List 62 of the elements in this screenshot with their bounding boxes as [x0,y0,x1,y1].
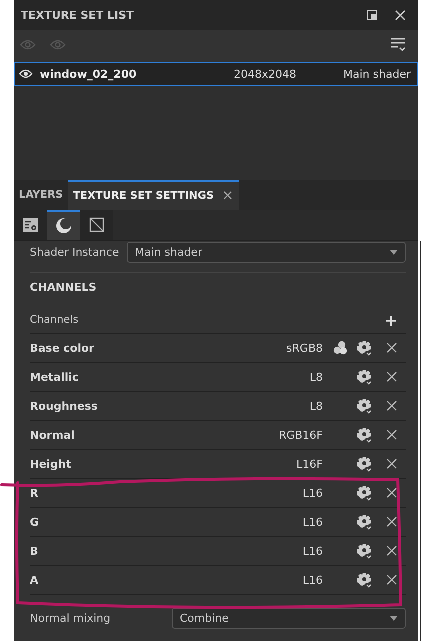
panel-title: TEXTURE SET LIST [21,8,136,22]
remove-icon[interactable] [387,430,397,440]
channel-format[interactable]: L16F [296,458,323,470]
sub-tab[interactable] [14,210,47,240]
panel-tab[interactable]: TEXTURE SET SETTINGS × [68,180,239,210]
sub-tab[interactable] [47,210,80,240]
panel-tab[interactable]: LAYERS [14,180,68,210]
remove-icon[interactable] [387,575,397,585]
normal-mixing-dropdown[interactable]: Combine [172,608,406,628]
gear-icon[interactable] [357,340,372,356]
channel-format[interactable]: L16 [302,486,323,500]
gear-icon[interactable] [357,486,372,500]
gear-icon[interactable] [357,456,372,472]
channel-name: Height [30,458,72,470]
list-filter-icon[interactable] [391,38,406,52]
texture-set-row[interactable]: window_02_200 2048x2048 Main shader [14,62,418,86]
caret-icon [390,250,398,254]
channels-label: Channels [30,314,79,326]
channel-name: Metallic [30,370,80,384]
gear-icon[interactable] [357,398,372,414]
caret-icon [390,616,398,620]
channel-name: G [30,516,40,528]
channel-name: R [30,486,40,500]
channel-format[interactable]: L8 [310,370,323,384]
float-window-icon[interactable] [367,10,377,20]
channel-name: Base color [30,342,96,354]
channel-format[interactable]: sRGB8 [286,342,323,354]
remove-icon[interactable] [387,459,397,469]
resolution-text: 2048x2048 [234,68,298,80]
channel-format[interactable]: RGB16F [278,428,323,442]
channel-format[interactable]: L16 [302,544,323,558]
channel-format[interactable]: L16 [302,516,323,528]
remove-icon[interactable] [387,372,397,382]
channel-name: A [30,574,40,586]
gear-icon[interactable] [357,428,372,442]
field-label: Normal mixing [30,612,112,624]
remove-icon[interactable] [387,343,397,353]
section-title: CHANNELS [30,281,98,296]
shader-text: Main shader [342,68,411,80]
channel-name: Normal [30,428,76,442]
remove-icon[interactable] [387,517,397,527]
tab-close-button[interactable]: × [222,188,234,204]
texture-set-name: window_02_200 [40,68,138,80]
sub-tab[interactable] [80,210,113,240]
uv-square-icon [88,217,104,233]
gear-icon[interactable] [357,572,372,588]
color-circles-icon[interactable] [332,341,348,355]
gear-icon[interactable] [357,514,372,530]
add-channel-button[interactable]: + [376,310,406,330]
channel-name: B [30,544,40,558]
gear-icon[interactable] [357,370,372,384]
channel-format[interactable]: L16 [302,574,323,586]
channel-name: Roughness [30,400,99,412]
channel-format[interactable]: L8 [310,400,323,412]
remove-icon[interactable] [387,488,397,498]
settings-list-icon [22,217,38,233]
remove-icon[interactable] [387,546,397,556]
remove-icon[interactable] [387,401,397,411]
close-icon[interactable] [395,10,406,20]
shader-dropdown[interactable]: Main shader [127,242,406,262]
gear-icon[interactable] [357,544,372,558]
field-label: Shader Instance [30,246,120,258]
